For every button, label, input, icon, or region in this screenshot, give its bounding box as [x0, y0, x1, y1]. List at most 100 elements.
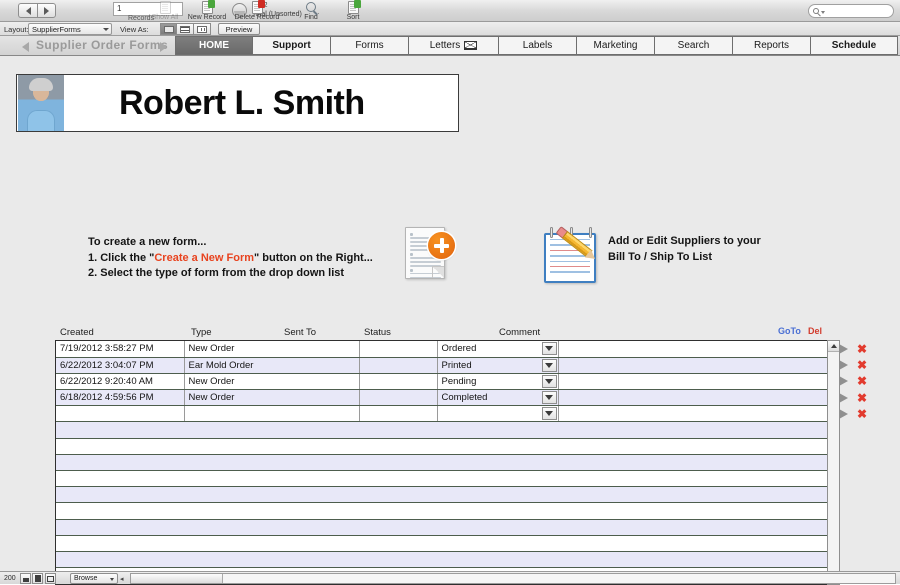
- tab-letters[interactable]: Letters: [409, 36, 499, 55]
- show-all-label: Show All: [151, 14, 179, 21]
- toolbar-search-field[interactable]: [808, 4, 894, 18]
- status-dropdown-cell[interactable]: [541, 389, 559, 407]
- status-dropdown-button[interactable]: [541, 342, 557, 356]
- chevron-down-icon: [110, 578, 114, 581]
- table-row[interactable]: [56, 502, 829, 520]
- delete-row-icon[interactable]: ✖: [857, 343, 867, 355]
- status-dropdown-cell[interactable]: [541, 405, 559, 423]
- view-as-list-button[interactable]: [177, 23, 194, 35]
- preview-button[interactable]: Preview: [218, 23, 260, 35]
- layout-label: Layout:: [4, 25, 29, 34]
- column-header-created: Created: [60, 327, 94, 338]
- instructions-line-1: 1. Click the "Create a New Form" button …: [88, 251, 373, 267]
- table-row[interactable]: [56, 551, 829, 569]
- chevron-down-icon: [545, 346, 554, 352]
- tab-labels[interactable]: Labels: [499, 36, 577, 55]
- horizontal-scrollbar[interactable]: [130, 573, 896, 584]
- status-dropdown-button[interactable]: [541, 407, 557, 421]
- mode-select-value: Browse: [74, 575, 98, 582]
- cell-sent-to: [359, 341, 438, 358]
- create-new-form-button[interactable]: [401, 225, 457, 283]
- column-header-del: Del: [808, 326, 823, 336]
- table-row[interactable]: [56, 405, 829, 423]
- toggle-status-area-button[interactable]: [45, 573, 56, 584]
- chevron-down-icon: [103, 28, 109, 31]
- goto-record-icon[interactable]: [839, 344, 848, 355]
- delete-row-icon[interactable]: ✖: [857, 392, 867, 404]
- table-row[interactable]: 6/18/2012 4:59:56 PM New Order Completed: [56, 389, 829, 407]
- zoom-out-button[interactable]: [20, 573, 31, 584]
- table-row[interactable]: 6/22/2012 3:04:07 PM Ear Mold Order Prin…: [56, 357, 829, 374]
- tab-home[interactable]: HOME: [175, 36, 253, 55]
- new-record-label: New Record: [187, 14, 227, 21]
- goto-record-icon[interactable]: [839, 392, 848, 403]
- cell-created: 6/18/2012 4:59:56 PM: [56, 389, 185, 407]
- portal-scrollbar[interactable]: [827, 340, 840, 585]
- table-row[interactable]: 6/22/2012 9:20:40 AM New Order Pending: [56, 373, 829, 391]
- toolbar-separator-dot: ·: [317, 8, 320, 18]
- status-dropdown-cell[interactable]: [541, 357, 559, 374]
- tab-list: HOME Support Forms Letters Labels Market…: [175, 36, 898, 55]
- mode-select[interactable]: Browse: [70, 573, 118, 584]
- person-name-card: Robert L. Smith: [16, 74, 459, 132]
- status-dropdown-button[interactable]: [541, 358, 557, 372]
- column-header-goto: GoTo: [778, 326, 801, 336]
- tab-reports[interactable]: Reports: [733, 36, 811, 55]
- cell-sent-to: [359, 405, 438, 423]
- tab-support[interactable]: Support: [253, 36, 331, 55]
- status-dropdown-cell[interactable]: [541, 341, 559, 358]
- table-row[interactable]: [56, 421, 829, 439]
- tab-marketing[interactable]: Marketing: [577, 36, 655, 55]
- view-as-table-button[interactable]: [194, 23, 211, 35]
- delete-row-icon[interactable]: ✖: [857, 359, 867, 371]
- instructions-line-1-pre: 1. Click the ": [88, 251, 155, 264]
- table-view-icon: [197, 25, 207, 33]
- tab-forms[interactable]: Forms: [331, 36, 409, 55]
- delete-row-icon[interactable]: ✖: [857, 408, 867, 420]
- tab-schedule-label: Schedule: [831, 40, 877, 51]
- tab-home-label: HOME: [199, 40, 229, 51]
- status-dropdown-button[interactable]: [541, 391, 557, 405]
- table-row[interactable]: [56, 519, 829, 536]
- zoom-in-button[interactable]: [32, 573, 43, 584]
- tab-letters-label: Letters: [429, 40, 461, 51]
- sort-button[interactable]: Sort: [324, 0, 382, 22]
- status-dropdown-button[interactable]: [541, 374, 557, 388]
- goto-record-icon[interactable]: [839, 360, 848, 371]
- table-row[interactable]: [56, 438, 829, 455]
- status-dropdown-cell[interactable]: [541, 373, 559, 391]
- layout-select-value: SupplierForms: [32, 25, 81, 34]
- breadcrumb-forward-arrow-icon[interactable]: [160, 42, 167, 52]
- table-row[interactable]: [56, 486, 829, 504]
- tab-search[interactable]: Search: [655, 36, 733, 55]
- breadcrumb-back-arrow-icon[interactable]: [22, 42, 29, 52]
- column-header-comment: Comment: [499, 327, 541, 338]
- delete-record-button[interactable]: Delete Record: [228, 0, 286, 22]
- table-row[interactable]: 7/19/2012 3:58:27 PM New Order Ordered: [56, 341, 829, 358]
- breadcrumb: Supplier Order Forms: [36, 38, 169, 52]
- goto-record-icon[interactable]: [839, 408, 848, 419]
- cell-status: Printed: [437, 357, 541, 374]
- cell-created: 6/22/2012 9:20:40 AM: [56, 373, 185, 391]
- cell-created: 6/22/2012 3:04:07 PM: [56, 357, 185, 374]
- tab-forms-label: Forms: [355, 40, 384, 51]
- cell-status: Ordered: [437, 341, 541, 358]
- tab-schedule[interactable]: Schedule: [811, 36, 898, 55]
- scroll-up-button[interactable]: [828, 341, 839, 352]
- sort-icon: [324, 0, 382, 14]
- view-as-button-group: [160, 23, 211, 35]
- table-row[interactable]: [56, 454, 829, 472]
- table-row[interactable]: [56, 535, 829, 552]
- cell-sent-to: [359, 373, 438, 391]
- goto-record-icon[interactable]: [839, 376, 848, 387]
- next-record-button[interactable]: [37, 3, 56, 18]
- table-row[interactable]: [56, 470, 829, 488]
- horizontal-scroll-left-arrow-icon[interactable]: ◂: [120, 575, 124, 583]
- previous-record-button[interactable]: [18, 3, 37, 18]
- view-as-form-button[interactable]: [160, 23, 177, 35]
- layout-select[interactable]: SupplierForms: [28, 23, 112, 35]
- zoom-level: 200: [4, 575, 16, 582]
- edit-suppliers-button[interactable]: [538, 223, 604, 285]
- delete-row-icon[interactable]: ✖: [857, 375, 867, 387]
- horizontal-scrollbar-thumb[interactable]: [131, 574, 223, 583]
